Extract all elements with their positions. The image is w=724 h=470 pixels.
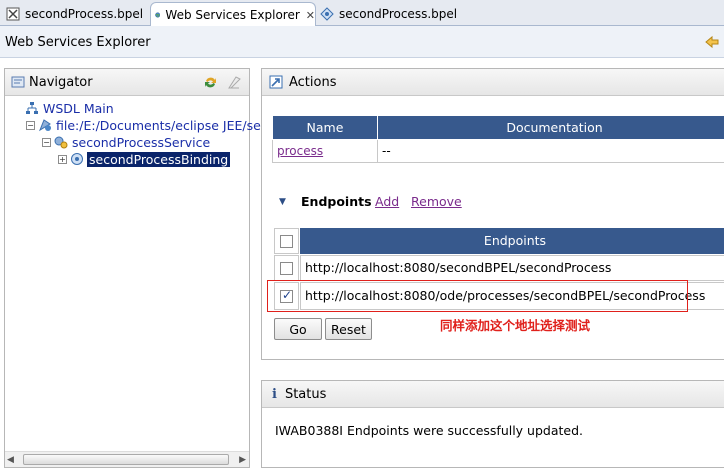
collapse-icon[interactable]: − xyxy=(26,120,35,130)
documentation-cell: -- xyxy=(377,139,724,163)
scrollbar-thumb[interactable] xyxy=(23,454,229,465)
actions-header: Actions xyxy=(262,69,724,96)
tab-secondprocess-bpel-diagram[interactable]: secondProcess.bpel xyxy=(316,2,466,26)
status-header: i Status xyxy=(262,381,724,408)
page-title: Web Services Explorer xyxy=(5,35,151,50)
collapse-icon[interactable]: − xyxy=(42,137,51,147)
wsdl-file-icon xyxy=(38,119,51,132)
bpel-file-icon xyxy=(6,7,20,21)
reset-button[interactable]: Reset xyxy=(325,318,372,340)
tree-label: WSDL Main xyxy=(43,100,114,116)
status-message: IWAB0388I Endpoints were successfully up… xyxy=(275,423,584,438)
column-header-name: Name xyxy=(272,115,378,140)
annotation-text: 同样添加这个地址选择测试 xyxy=(440,318,591,333)
operation-cell[interactable]: process xyxy=(272,139,378,163)
actions-icon xyxy=(269,75,283,89)
navigator-icon xyxy=(11,76,25,88)
status-panel: i Status IWAB0388I Endpoints were succes… xyxy=(261,380,724,468)
navigator-title: Navigator xyxy=(29,74,93,90)
select-all-checkbox[interactable] xyxy=(280,234,293,248)
process-diagram-icon xyxy=(320,7,334,21)
binding-icon xyxy=(71,153,83,165)
scroll-right-icon[interactable]: ▶ xyxy=(239,455,246,465)
tree-label: secondProcessService xyxy=(72,134,211,150)
table-row: process -- xyxy=(272,139,724,163)
actions-title: Actions xyxy=(289,74,337,90)
tree-item-binding[interactable]: + secondProcessBinding xyxy=(58,151,231,167)
endpoint-url-cell: http://localhost:8080/secondBPEL/secondP… xyxy=(300,255,724,281)
tab-label: secondProcess.bpel xyxy=(25,7,144,21)
tree-label: file:/E:/Documents/eclipse JEE/se xyxy=(56,117,261,133)
operations-table: Name Documentation process -- xyxy=(272,115,724,163)
wsdl-main-icon xyxy=(26,102,38,114)
status-title: Status xyxy=(284,386,327,402)
tab-secondprocess-bpel[interactable]: secondProcess.bpel xyxy=(2,2,150,26)
add-endpoint-link[interactable]: Add xyxy=(375,194,399,209)
close-icon[interactable]: ✕ xyxy=(306,9,315,22)
column-header-documentation: Documentation xyxy=(377,115,724,140)
section-collapse-icon[interactable]: ▼ xyxy=(279,197,286,207)
tab-label: secondProcess.bpel xyxy=(339,7,458,21)
endpoint-checkbox[interactable] xyxy=(280,261,293,275)
service-icon xyxy=(54,136,68,149)
clear-icon[interactable] xyxy=(227,75,242,90)
tree-item-service[interactable]: − secondProcessService xyxy=(42,134,210,150)
scroll-left-icon[interactable]: ◀ xyxy=(7,455,14,465)
select-all-cell[interactable] xyxy=(274,228,299,254)
navigator-header: Navigator xyxy=(5,69,249,96)
horizontal-scrollbar[interactable]: ◀ ▶ xyxy=(5,451,249,467)
navigator-panel: Navigator WSDL Main − file:/E:/Documents… xyxy=(4,68,261,468)
tree-item-wsdl-file[interactable]: − file:/E:/Documents/eclipse JEE/se xyxy=(26,117,261,133)
expand-icon[interactable]: + xyxy=(58,154,67,164)
editor-tab-bar: secondProcess.bpel Web Services Explorer… xyxy=(0,0,724,27)
tree-item-wsdl-main[interactable]: WSDL Main xyxy=(25,100,114,116)
globe-icon xyxy=(155,12,161,18)
info-icon: i xyxy=(272,386,277,402)
tree-label-selected: secondProcessBinding xyxy=(87,151,231,167)
endpoints-heading: Endpoints xyxy=(301,194,372,209)
tab-web-services-explorer[interactable]: Web Services Explorer ✕ xyxy=(150,2,316,27)
tab-label: Web Services Explorer xyxy=(165,8,300,22)
go-button[interactable]: Go xyxy=(274,318,322,340)
actions-panel: Actions Name Documentation process -- ▼ … xyxy=(261,68,724,360)
column-header-endpoints: Endpoints xyxy=(300,228,724,254)
back-arrow-icon[interactable] xyxy=(704,34,720,50)
remove-endpoint-link[interactable]: Remove xyxy=(411,194,462,209)
refresh-icon[interactable] xyxy=(203,75,218,90)
operation-link[interactable]: process xyxy=(277,144,323,158)
highlight-box xyxy=(267,280,688,312)
endpoint-checkbox-cell[interactable] xyxy=(274,255,299,281)
